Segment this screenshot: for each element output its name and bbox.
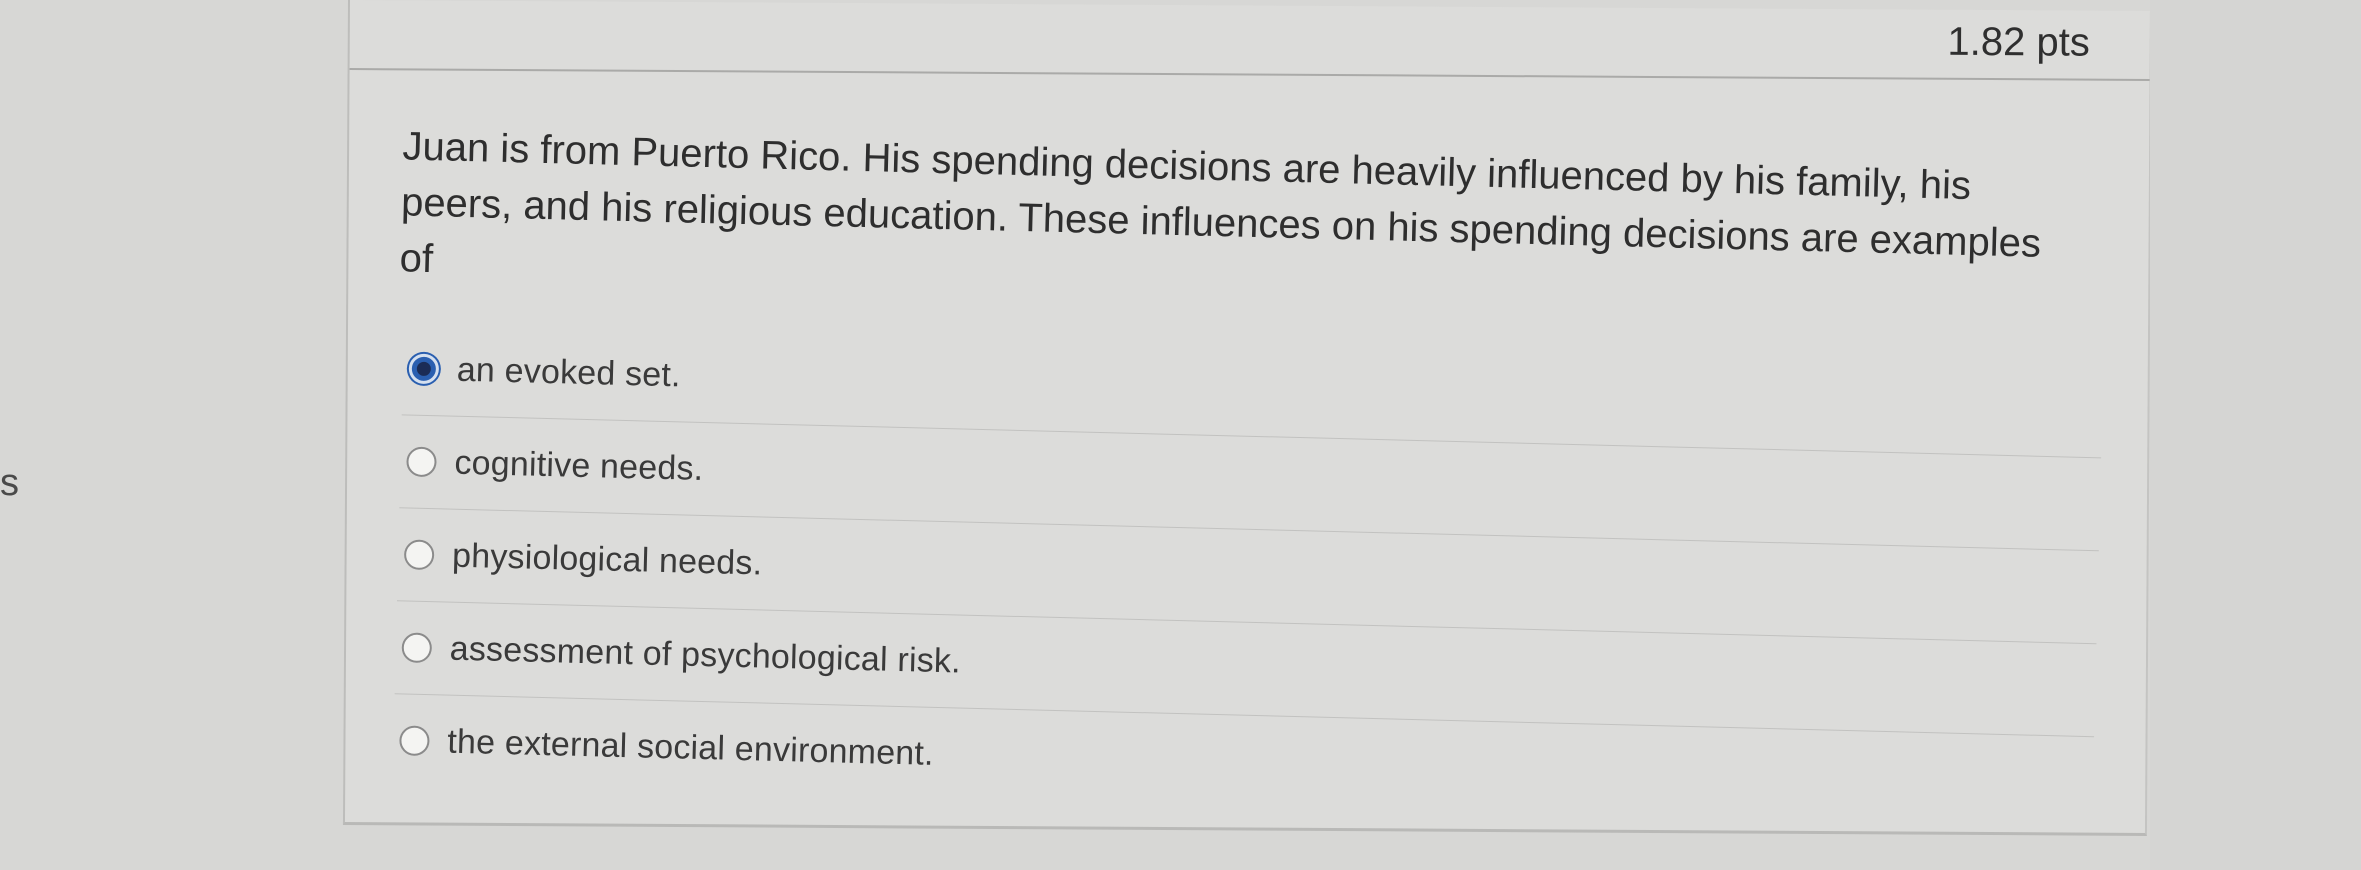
question-header: 1.82 pts: [349, 0, 2150, 82]
answer-label: cognitive needs.: [454, 443, 704, 488]
question-card: 1.82 pts Juan is from Puerto Rico. His s…: [342, 0, 2152, 837]
radio-empty-icon[interactable]: [403, 539, 435, 571]
answer-label: an evoked set.: [456, 350, 682, 394]
right-margin: [2150, 0, 2361, 870]
radio-selected-icon[interactable]: [408, 353, 440, 385]
answer-label: assessment of psychological risk.: [449, 629, 962, 681]
answer-label: physiological needs.: [451, 536, 763, 582]
left-edge-text: s: [0, 462, 19, 504]
answer-label: the external social environment.: [446, 722, 935, 773]
radio-empty-icon[interactable]: [401, 632, 433, 664]
points-label: 1.82 pts: [1947, 19, 2090, 65]
radio-empty-icon[interactable]: [406, 446, 437, 478]
radio-empty-icon[interactable]: [399, 725, 430, 757]
question-text: Juan is from Puerto Rico. His spending d…: [399, 124, 2042, 282]
answer-list: an evoked set. cognitive needs. physiolo…: [392, 322, 2103, 830]
